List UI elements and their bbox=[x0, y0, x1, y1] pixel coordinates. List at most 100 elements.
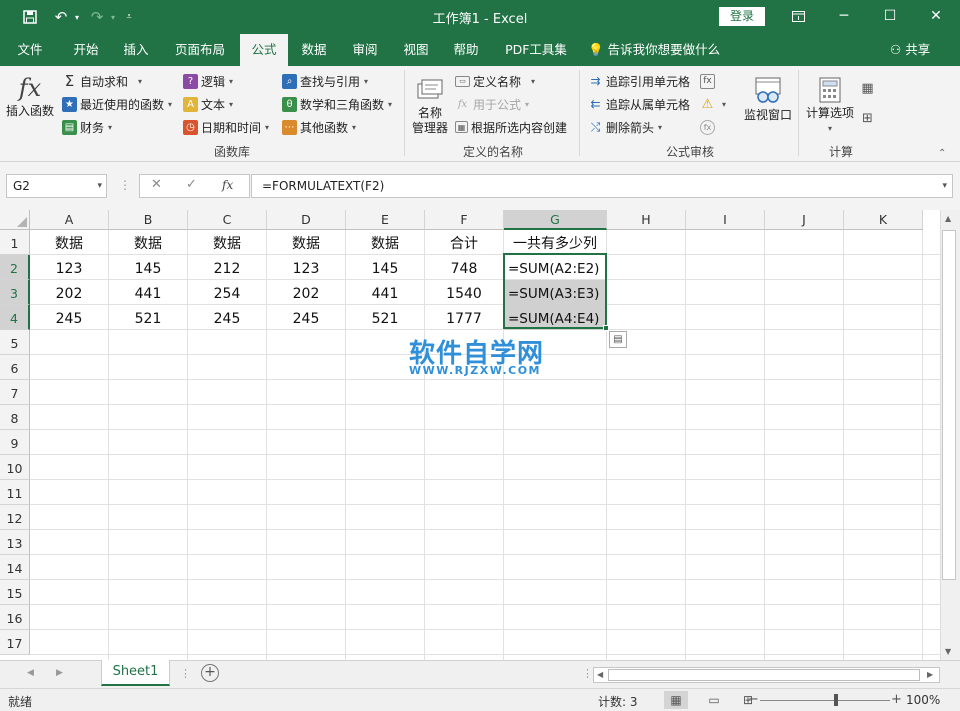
vertical-scroll-thumb[interactable] bbox=[942, 230, 956, 580]
watch-window-button[interactable]: 监视窗口 bbox=[740, 74, 796, 123]
calculate-now-button[interactable]: ▦ bbox=[860, 78, 878, 98]
error-checking-button[interactable]: ⚠ ▾ bbox=[700, 94, 726, 114]
share-button[interactable]: ⚇ 共享 bbox=[890, 34, 930, 66]
select-all-button[interactable] bbox=[0, 210, 30, 230]
row-header-15[interactable]: 15 bbox=[0, 580, 30, 605]
column-header-e[interactable]: E bbox=[346, 210, 425, 230]
text-button[interactable]: A 文本 ▾ bbox=[183, 94, 233, 114]
row-header-9[interactable]: 9 bbox=[0, 430, 30, 455]
cell-b2[interactable]: 145 bbox=[109, 255, 187, 280]
collapse-ribbon-icon[interactable]: ⌃ bbox=[938, 148, 946, 159]
scroll-sheets-left-icon[interactable]: ◀ bbox=[27, 668, 34, 678]
cell-d2[interactable]: 123 bbox=[267, 255, 345, 280]
horizontal-scroll-thumb[interactable] bbox=[608, 669, 920, 681]
tab-split-icon[interactable]: ⋮ bbox=[180, 667, 191, 680]
row-header-5[interactable]: 5 bbox=[0, 330, 30, 355]
evaluate-formula-button[interactable]: fx bbox=[700, 117, 718, 137]
name-box[interactable]: G2 ▾ bbox=[6, 174, 107, 198]
cell-e2[interactable]: 145 bbox=[346, 255, 424, 280]
add-sheet-icon[interactable]: + bbox=[201, 664, 219, 682]
cell-b4[interactable]: 521 bbox=[109, 305, 187, 330]
quick-analysis-icon[interactable]: ▤ bbox=[609, 331, 627, 348]
tab-help[interactable]: 帮助 bbox=[444, 34, 488, 66]
scroll-left-icon[interactable]: ◀ bbox=[597, 670, 603, 679]
normal-view-icon[interactable]: ▦ bbox=[664, 691, 688, 709]
column-header-c[interactable]: C bbox=[188, 210, 267, 230]
row-header-11[interactable]: 11 bbox=[0, 480, 30, 505]
enter-icon[interactable]: ✓ bbox=[186, 177, 197, 192]
row-header-17[interactable]: 17 bbox=[0, 630, 30, 655]
tab-review[interactable]: 审阅 bbox=[343, 34, 387, 66]
cell-c1[interactable]: 数据 bbox=[188, 230, 266, 255]
scroll-right-icon[interactable]: ▶ bbox=[927, 670, 933, 679]
row-header-1[interactable]: 1 bbox=[0, 230, 30, 255]
cell-e4[interactable]: 521 bbox=[346, 305, 424, 330]
math-button[interactable]: θ 数学和三角函数 ▾ bbox=[282, 94, 392, 114]
trace-dependents-button[interactable]: ⇇ 追踪从属单元格 bbox=[588, 94, 690, 114]
zoom-out-icon[interactable]: − bbox=[748, 692, 759, 707]
cell-f2[interactable]: 748 bbox=[425, 255, 503, 280]
show-formulas-button[interactable]: fx bbox=[700, 71, 718, 91]
insert-function-icon[interactable]: fx bbox=[222, 178, 233, 192]
cell-c3[interactable]: 254 bbox=[188, 280, 266, 305]
cell-d4[interactable]: 245 bbox=[267, 305, 345, 330]
more-functions-button[interactable]: ⋯ 其他函数 ▾ bbox=[282, 117, 356, 137]
row-header-3[interactable]: 3 bbox=[0, 280, 30, 305]
zoom-slider[interactable] bbox=[760, 700, 890, 701]
row-header-6[interactable]: 6 bbox=[0, 355, 30, 380]
cell-c4[interactable]: 245 bbox=[188, 305, 266, 330]
expand-formula-bar-icon[interactable]: ▾ bbox=[942, 175, 947, 197]
remove-arrows-button[interactable]: ⤭ 删除箭头 ▾ bbox=[588, 117, 662, 137]
cell-a1[interactable]: 数据 bbox=[30, 230, 108, 255]
column-header-b[interactable]: B bbox=[109, 210, 188, 230]
scroll-sheets-right-icon[interactable]: ▶ bbox=[56, 668, 63, 678]
maximize-icon[interactable]: ☐ bbox=[876, 4, 904, 28]
cell-a2[interactable]: 123 bbox=[30, 255, 108, 280]
column-header-k[interactable]: K bbox=[844, 210, 923, 230]
tab-page-layout[interactable]: 页面布局 bbox=[168, 34, 232, 66]
cell-d1[interactable]: 数据 bbox=[267, 230, 345, 255]
insert-function-button[interactable]: fx 插入函数 bbox=[4, 72, 56, 119]
column-header-g[interactable]: G bbox=[504, 210, 607, 230]
cell-f3[interactable]: 1540 bbox=[425, 280, 503, 305]
ribbon-display-icon[interactable] bbox=[784, 4, 812, 28]
row-header-7[interactable]: 7 bbox=[0, 380, 30, 405]
sheet-tab-sheet1[interactable]: Sheet1 bbox=[101, 660, 170, 686]
formula-input[interactable]: =FORMULATEXT(F2) ▾ bbox=[251, 174, 953, 198]
cell-c2[interactable]: 212 bbox=[188, 255, 266, 280]
page-layout-view-icon[interactable]: ▭ bbox=[702, 691, 726, 709]
autosum-button[interactable]: Σ 自动求和 ▾ bbox=[62, 71, 142, 91]
column-header-d[interactable]: D bbox=[267, 210, 346, 230]
row-header-4[interactable]: 4 bbox=[0, 305, 30, 330]
cell-d3[interactable]: 202 bbox=[267, 280, 345, 305]
row-header-8[interactable]: 8 bbox=[0, 405, 30, 430]
tab-view[interactable]: 视图 bbox=[394, 34, 438, 66]
column-header-a[interactable]: A bbox=[30, 210, 109, 230]
scroll-up-icon[interactable]: ▲ bbox=[945, 214, 951, 223]
zoom-level[interactable]: 100% bbox=[906, 693, 940, 707]
logical-button[interactable]: ? 逻辑 ▾ bbox=[183, 71, 233, 91]
hscroll-split-icon[interactable]: ⋮ bbox=[582, 667, 593, 680]
calc-options-button[interactable]: 计算选项 ▾ bbox=[802, 74, 858, 136]
column-header-j[interactable]: J bbox=[765, 210, 844, 230]
zoom-slider-knob[interactable] bbox=[834, 694, 838, 706]
cell-e3[interactable]: 441 bbox=[346, 280, 424, 305]
resize-handle-icon[interactable]: ⋮ bbox=[119, 178, 131, 192]
tab-home[interactable]: 开始 bbox=[62, 34, 110, 66]
zoom-in-icon[interactable]: + bbox=[891, 692, 902, 707]
tab-insert[interactable]: 插入 bbox=[114, 34, 158, 66]
column-header-h[interactable]: H bbox=[607, 210, 686, 230]
cell-a3[interactable]: 202 bbox=[30, 280, 108, 305]
tab-formulas[interactable]: 公式 bbox=[240, 34, 288, 66]
scroll-down-icon[interactable]: ▼ bbox=[945, 647, 951, 656]
row-header-13[interactable]: 13 bbox=[0, 530, 30, 555]
cell-g1[interactable]: 一共有多少列 bbox=[504, 230, 606, 255]
cell-f1[interactable]: 合计 bbox=[425, 230, 503, 255]
row-header-14[interactable]: 14 bbox=[0, 555, 30, 580]
use-in-formula-button[interactable]: fx 用于公式 ▾ bbox=[455, 94, 529, 114]
column-header-i[interactable]: I bbox=[686, 210, 765, 230]
tab-file[interactable]: 文件 bbox=[8, 34, 52, 66]
row-header-2[interactable]: 2 bbox=[0, 255, 30, 280]
chevron-down-icon[interactable]: ▾ bbox=[97, 175, 102, 197]
financial-button[interactable]: ▤ 财务 ▾ bbox=[62, 117, 112, 137]
